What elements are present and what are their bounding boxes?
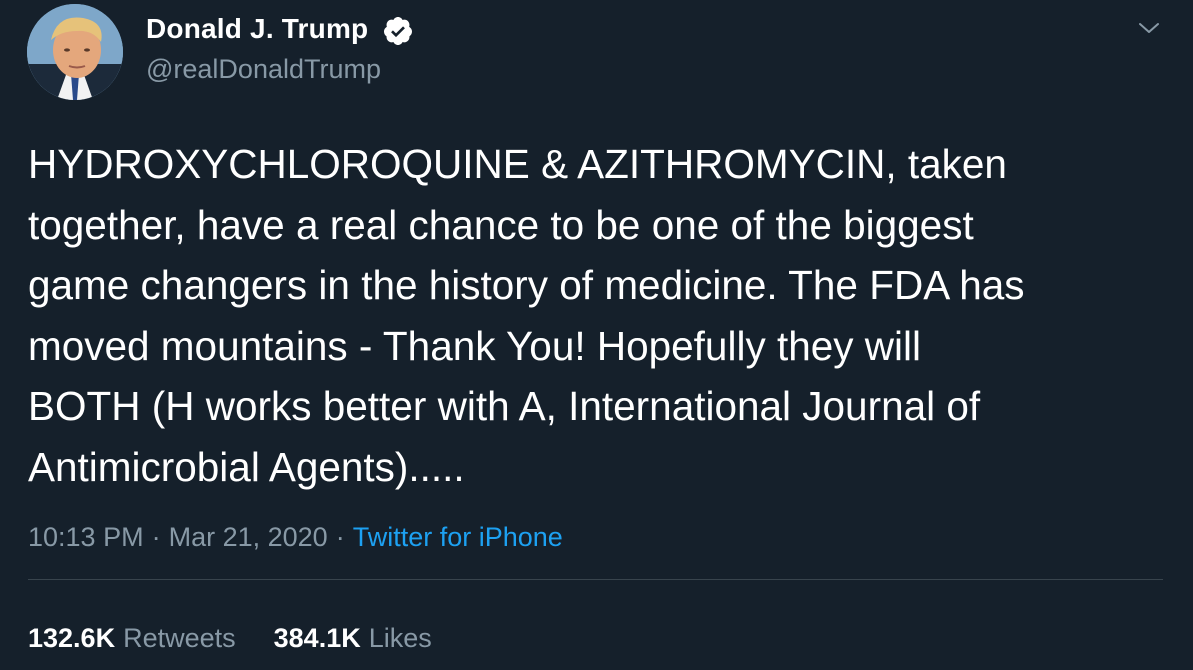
meta-separator: · — [151, 522, 161, 552]
divider — [28, 579, 1163, 580]
chevron-down-icon[interactable] — [1135, 14, 1163, 42]
profile-photo-icon — [27, 4, 123, 100]
tweet-card: Donald J. Trump @realDonaldTrump HYDROXY… — [0, 0, 1193, 670]
tweet-text-line: together, have a real chance to be one o… — [28, 201, 974, 248]
retweets-label: Retweets — [123, 623, 236, 653]
author-handle[interactable]: @realDonaldTrump — [146, 54, 381, 85]
tweet-text-line: game changers in the history of medicine… — [28, 262, 1025, 308]
tweet-text-line: HYDROXYCHLOROQUINE & AZITHROMYCIN, taken — [28, 141, 1007, 187]
likes-count: 384.1K — [273, 623, 361, 653]
retweets-stat[interactable]: 132.6K Retweets — [28, 623, 236, 653]
tweet-date[interactable]: Mar 21, 2020 — [169, 522, 328, 552]
likes-stat[interactable]: 384.1K Likes — [274, 623, 432, 653]
engagement-stats: 132.6K Retweets 384.1K Likes — [28, 623, 432, 654]
meta-separator: · — [335, 522, 345, 552]
tweet-text-line: moved mountains - Thank You! Hopefully t… — [28, 322, 921, 369]
retweets-count: 132.6K — [28, 623, 116, 653]
tweet-metadata: 10:13 PM · Mar 21, 2020 · Twitter for iPhone — [28, 522, 563, 553]
author-display-name[interactable]: Donald J. Trump — [146, 13, 368, 45]
tweet-text-line: BOTH (H works better with A, Internation… — [28, 383, 981, 429]
tweet-text: HYDROXYCHLOROQUINE & AZITHROMYCIN, taken… — [28, 134, 1178, 497]
tweet-text-line: Antimicrobial Agents)..... — [28, 443, 465, 490]
likes-label: Likes — [368, 623, 432, 653]
tweet-source-link[interactable]: Twitter for iPhone — [353, 522, 563, 552]
verified-badge-icon — [383, 17, 412, 45]
avatar[interactable] — [27, 4, 123, 100]
tweet-time[interactable]: 10:13 PM — [28, 522, 144, 552]
